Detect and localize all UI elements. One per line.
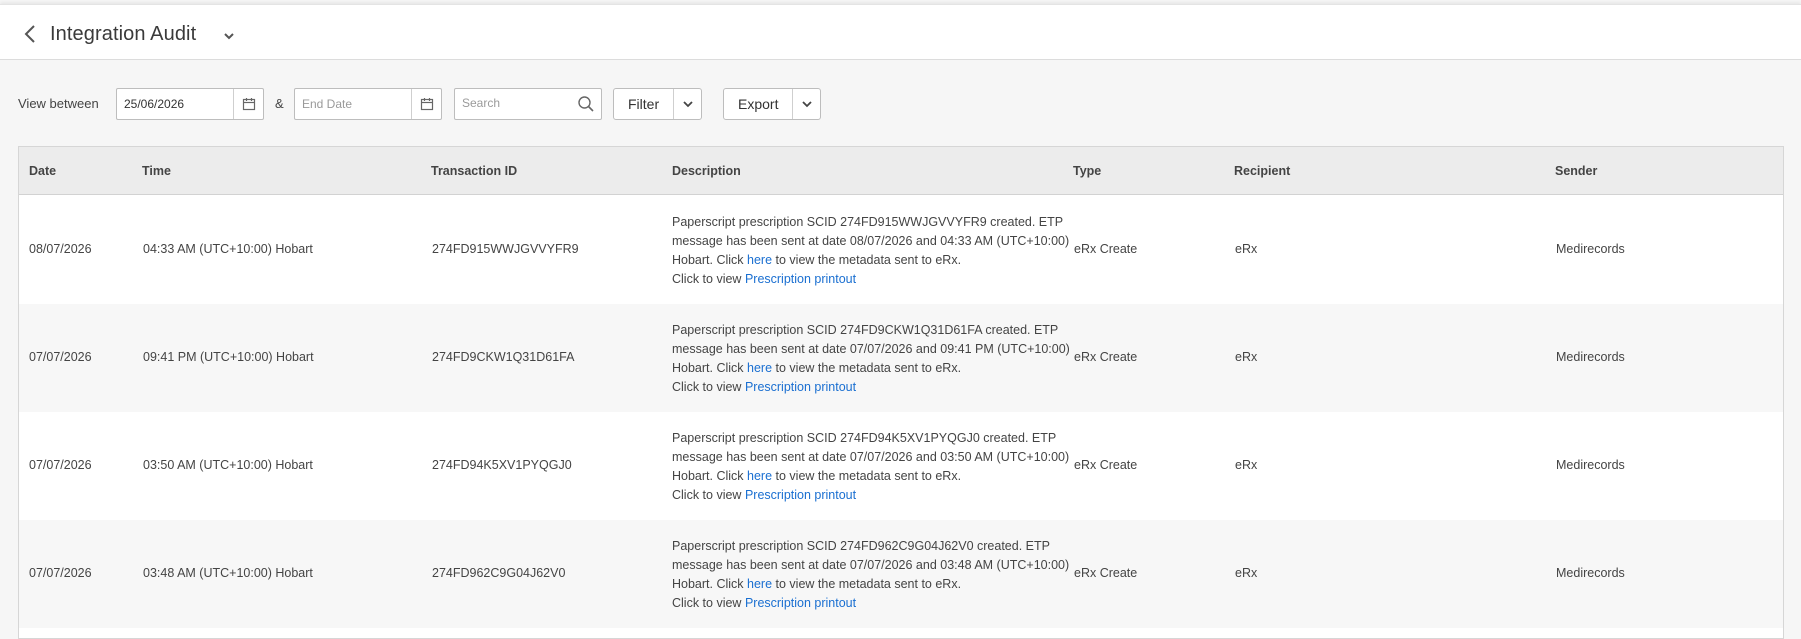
end-date-field[interactable]: End Date: [294, 88, 442, 120]
date-cell: 07/07/2026: [29, 458, 92, 472]
table-header: Date Time Transaction ID Description Typ…: [19, 147, 1783, 195]
chevron-down-icon[interactable]: [222, 30, 236, 42]
calendar-icon[interactable]: [233, 89, 263, 119]
recipient-cell: eRx: [1235, 458, 1258, 472]
description-cell: Paperscript prescription SCID 274FD915WW…: [672, 213, 1072, 289]
transaction-id-cell: 274FD9CKW1Q31D61FA: [432, 350, 575, 364]
date-cell: 08/07/2026: [29, 242, 92, 256]
column-header-date[interactable]: Date: [29, 164, 56, 178]
metadata-link[interactable]: here: [747, 361, 772, 375]
transaction-id-cell: 274FD915WWJGVVYFR9: [432, 242, 579, 256]
column-header-recipient[interactable]: Recipient: [1234, 164, 1290, 178]
type-cell: eRx Create: [1074, 566, 1138, 580]
search-input[interactable]: [462, 96, 572, 110]
filter-button[interactable]: Filter: [614, 89, 673, 119]
time-cell: 04:33 AM (UTC+10:00) Hobart: [143, 242, 313, 256]
metadata-link[interactable]: here: [747, 469, 772, 483]
type-cell: eRx Create: [1074, 350, 1138, 364]
column-header-transaction-id[interactable]: Transaction ID: [431, 164, 517, 178]
transaction-id-cell: 274FD94K5XV1PYQGJ0: [432, 458, 572, 472]
column-header-sender[interactable]: Sender: [1555, 164, 1597, 178]
page-title: Integration Audit: [50, 23, 197, 45]
description-text: to view the metadata sent to eRx.: [772, 253, 962, 267]
description-text: Click to view: [672, 596, 745, 610]
description-cell: Paperscript prescription SCID 274FD94K5X…: [672, 429, 1072, 505]
description-text: to view the metadata sent to eRx.: [772, 361, 962, 375]
sender-cell: Medirecords: [1556, 566, 1625, 580]
type-cell: eRx Create: [1074, 242, 1138, 256]
chevron-down-icon[interactable]: [792, 89, 820, 119]
recipient-cell: eRx: [1235, 350, 1258, 364]
time-cell: 03:48 AM (UTC+10:00) Hobart: [143, 566, 313, 580]
audit-table: Date Time Transaction ID Description Typ…: [18, 146, 1784, 639]
export-button[interactable]: Export: [724, 89, 792, 119]
description-cell: Paperscript prescription SCID 274FD9CKW1…: [672, 321, 1072, 397]
filter-toolbar: View between 25/06/2026 & End Date Filte…: [18, 88, 1798, 120]
ampersand-label: &: [275, 96, 284, 111]
type-cell: eRx Create: [1074, 458, 1138, 472]
search-field[interactable]: [454, 88, 602, 120]
table-row[interactable]: 08/07/2026 04:33 AM (UTC+10:00) Hobart 2…: [19, 196, 1783, 304]
start-date-value: 25/06/2026: [124, 97, 185, 111]
table-row[interactable]: 07/07/2026 09:41 PM (UTC+10:00) Hobart 2…: [19, 304, 1783, 412]
description-cell: Paperscript prescription SCID 274FD962C9…: [672, 537, 1072, 613]
time-cell: 09:41 PM (UTC+10:00) Hobart: [143, 350, 314, 364]
back-arrow-icon[interactable]: [22, 22, 40, 46]
search-icon[interactable]: [577, 95, 595, 113]
description-text: Click to view: [672, 272, 745, 286]
description-text: to view the metadata sent to eRx.: [772, 469, 962, 483]
column-header-description[interactable]: Description: [672, 164, 741, 178]
export-button-group: Export: [723, 88, 822, 120]
column-header-type[interactable]: Type: [1073, 164, 1101, 178]
start-date-field[interactable]: 25/06/2026: [116, 88, 264, 120]
time-cell: 03:50 AM (UTC+10:00) Hobart: [143, 458, 313, 472]
view-between-label: View between: [18, 96, 99, 111]
date-cell: 07/07/2026: [29, 350, 92, 364]
metadata-link[interactable]: here: [747, 577, 772, 591]
prescription-printout-link[interactable]: Prescription printout: [745, 380, 856, 394]
column-header-time[interactable]: Time: [142, 164, 171, 178]
description-text: Click to view: [672, 488, 745, 502]
sender-cell: Medirecords: [1556, 350, 1625, 364]
calendar-icon[interactable]: [411, 89, 441, 119]
table-row[interactable]: 07/07/2026 03:48 AM (UTC+10:00) Hobart 2…: [19, 520, 1783, 628]
sender-cell: Medirecords: [1556, 242, 1625, 256]
prescription-printout-link[interactable]: Prescription printout: [745, 272, 856, 286]
recipient-cell: eRx: [1235, 566, 1258, 580]
metadata-link[interactable]: here: [747, 253, 772, 267]
page-header: Integration Audit: [0, 4, 1801, 60]
prescription-printout-link[interactable]: Prescription printout: [745, 488, 856, 502]
description-text: to view the metadata sent to eRx.: [772, 577, 962, 591]
transaction-id-cell: 274FD962C9G04J62V0: [432, 566, 566, 580]
date-cell: 07/07/2026: [29, 566, 92, 580]
recipient-cell: eRx: [1235, 242, 1258, 256]
chevron-down-icon[interactable]: [673, 89, 701, 119]
description-text: Click to view: [672, 380, 745, 394]
table-row[interactable]: 07/07/2026 03:50 AM (UTC+10:00) Hobart 2…: [19, 412, 1783, 520]
end-date-placeholder: End Date: [302, 97, 353, 111]
sender-cell: Medirecords: [1556, 458, 1625, 472]
prescription-printout-link[interactable]: Prescription printout: [745, 596, 856, 610]
filter-button-group: Filter: [613, 88, 703, 120]
